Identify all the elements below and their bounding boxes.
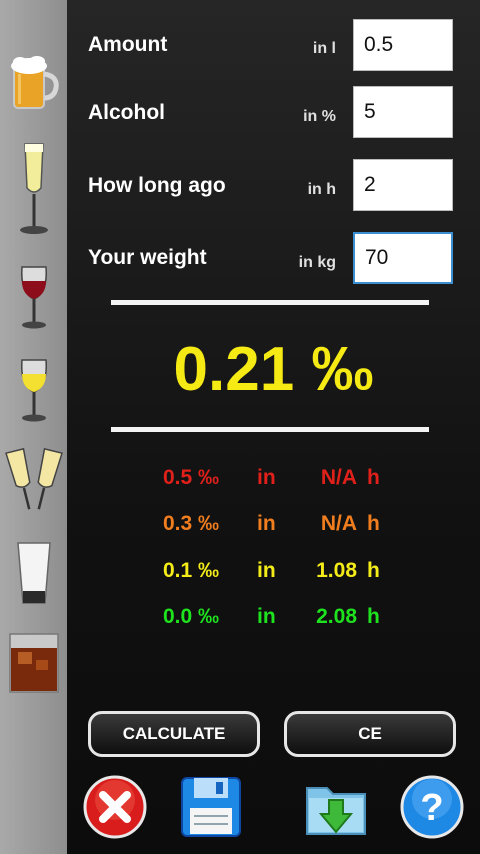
drink-sidebar bbox=[0, 0, 68, 854]
red-wine-glass-icon[interactable] bbox=[0, 262, 67, 332]
app: Amount in l Alcohol in % How long ago in… bbox=[0, 0, 480, 854]
alcohol-row: Alcohol in % bbox=[67, 86, 480, 142]
champagne-flute-icon[interactable] bbox=[0, 138, 67, 238]
estimate-time: 1.08 bbox=[316, 559, 357, 582]
result-divider-bottom bbox=[111, 427, 429, 432]
weight-input[interactable] bbox=[353, 232, 453, 284]
amount-row: Amount in l bbox=[67, 19, 480, 75]
estimate-level: 0.0 ‰ bbox=[163, 605, 220, 628]
how-long-ago-unit: in h bbox=[307, 181, 336, 198]
estimate-row: 0.3 ‰ in N/A h bbox=[67, 512, 480, 542]
estimate-row: 0.0 ‰ in 2.08 h bbox=[67, 605, 480, 635]
alcohol-unit: in % bbox=[303, 108, 336, 125]
amount-unit: in l bbox=[312, 40, 336, 57]
how-long-ago-label: How long ago bbox=[88, 174, 226, 197]
how-long-ago-row: How long ago in h bbox=[67, 159, 480, 215]
beer-mug-icon[interactable] bbox=[0, 50, 67, 114]
weight-label: Your weight bbox=[88, 246, 207, 269]
estimate-time: N/A bbox=[320, 466, 357, 489]
white-wine-glass-icon[interactable] bbox=[0, 355, 67, 425]
main-panel: Amount in l Alcohol in % How long ago in… bbox=[67, 0, 480, 854]
result-divider-top bbox=[111, 300, 429, 305]
whisky-glass-icon[interactable] bbox=[0, 628, 67, 698]
estimate-level: 0.3 ‰ bbox=[163, 512, 220, 535]
shot-glass-icon[interactable] bbox=[0, 538, 67, 608]
help-icon[interactable]: ? bbox=[399, 774, 465, 840]
estimate-in: in bbox=[257, 559, 276, 582]
estimate-unit: h bbox=[367, 466, 380, 489]
alcohol-label: Alcohol bbox=[88, 101, 165, 124]
estimate-time: N/A bbox=[320, 512, 357, 535]
weight-row: Your weight in kg bbox=[67, 232, 480, 288]
estimate-unit: h bbox=[367, 512, 380, 535]
estimate-level: 0.5 ‰ bbox=[163, 466, 220, 489]
estimate-level: 0.1 ‰ bbox=[163, 559, 220, 582]
estimate-time: 2.08 bbox=[316, 605, 357, 628]
estimate-in: in bbox=[257, 605, 276, 628]
how-long-ago-input[interactable] bbox=[353, 159, 453, 211]
estimate-unit: h bbox=[367, 605, 380, 628]
close-icon[interactable] bbox=[82, 774, 148, 840]
svg-text:?: ? bbox=[420, 787, 443, 829]
amount-label: Amount bbox=[88, 33, 168, 56]
bac-result: 0.21 ‰ bbox=[173, 335, 374, 404]
champagne-toast-icon[interactable] bbox=[0, 445, 67, 515]
save-icon[interactable] bbox=[178, 774, 244, 840]
calculate-button[interactable]: CALCULATE bbox=[88, 711, 260, 757]
load-folder-icon[interactable] bbox=[303, 774, 369, 840]
estimate-in: in bbox=[257, 466, 276, 489]
estimate-row: 0.5 ‰ in N/A h bbox=[67, 466, 480, 496]
amount-input[interactable] bbox=[353, 19, 453, 71]
estimate-in: in bbox=[257, 512, 276, 535]
clear-entry-button[interactable]: CE bbox=[284, 711, 456, 757]
alcohol-input[interactable] bbox=[353, 86, 453, 138]
estimate-unit: h bbox=[367, 559, 380, 582]
estimate-row: 0.1 ‰ in 1.08 h bbox=[67, 559, 480, 589]
weight-unit: in kg bbox=[298, 254, 336, 271]
